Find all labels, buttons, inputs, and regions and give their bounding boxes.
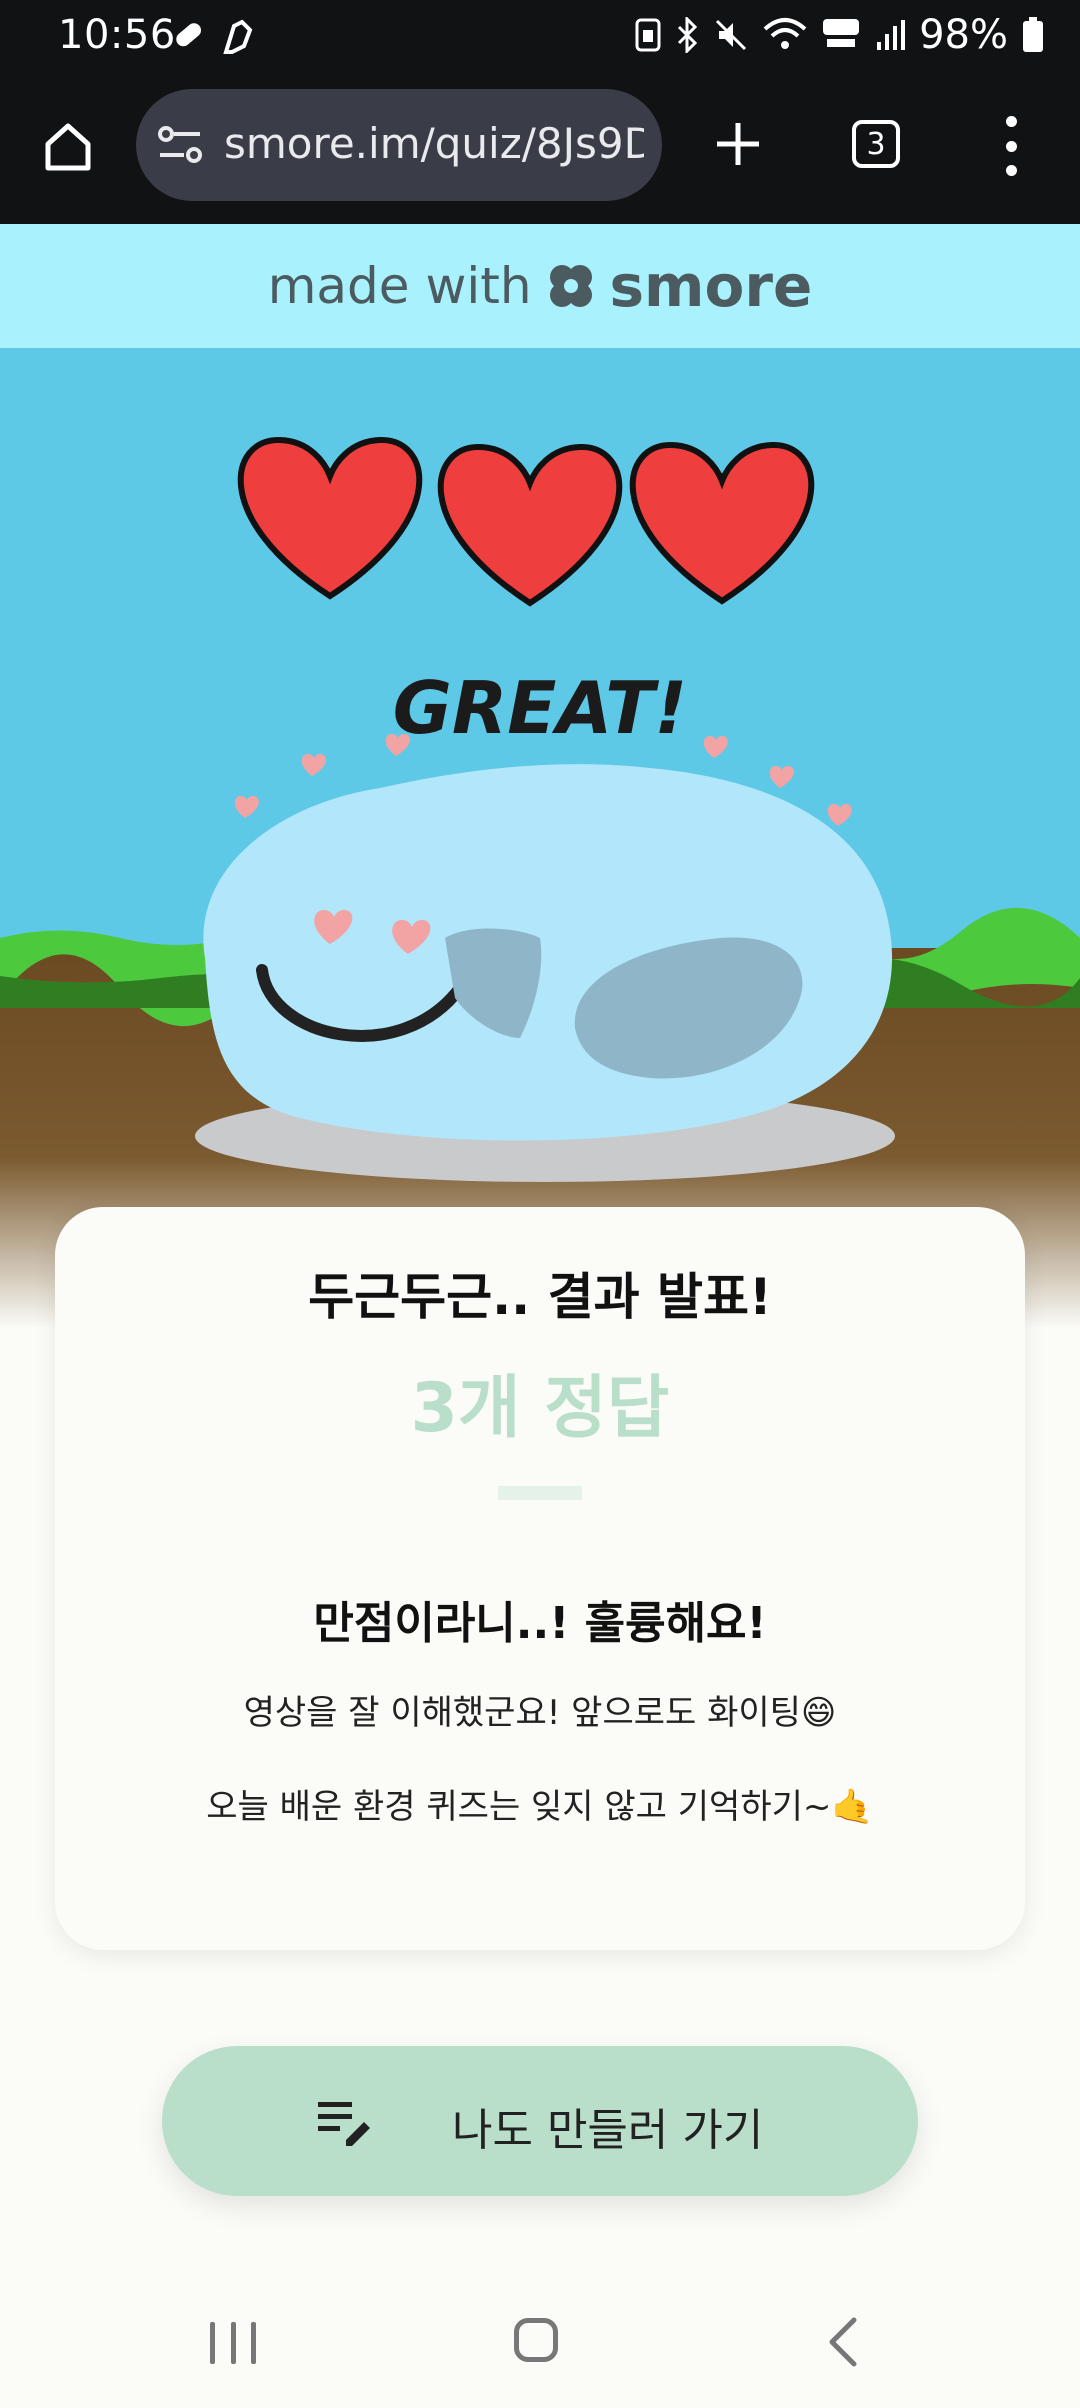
result-divider bbox=[498, 1486, 582, 1500]
screen: 10:56 98% smore.im/quiz/8Js9D 3 made wit… bbox=[0, 0, 1080, 2408]
bluetooth-icon bbox=[675, 17, 699, 53]
hd-voice-icon bbox=[821, 17, 861, 53]
site-settings-icon[interactable] bbox=[156, 123, 206, 167]
puppet-icon bbox=[223, 19, 253, 54]
result-description-line: 오늘 배운 환경 퀴즈는 잊지 않고 기억하기~🤙 bbox=[206, 1787, 874, 1827]
status-right-icons: 98% bbox=[635, 12, 1044, 58]
back-icon[interactable] bbox=[822, 2314, 862, 2370]
banner-brand: smore bbox=[609, 252, 813, 320]
battery-percent: 98% bbox=[919, 12, 1008, 58]
result-description-line: 영상을 잘 이해했군요! 앞으로도 화이팅😄 bbox=[243, 1693, 837, 1733]
tab-switcher-button[interactable]: 3 bbox=[852, 120, 900, 168]
make-my-own-button[interactable]: 나도 만들러 가기 bbox=[162, 2046, 918, 2196]
result-score: 3개 정답 bbox=[410, 1369, 670, 1448]
recents-bar bbox=[251, 2322, 256, 2364]
battery-icon bbox=[1022, 17, 1044, 53]
slime-blob bbox=[203, 764, 893, 1141]
smore-logo-icon bbox=[549, 265, 592, 307]
menu-dot bbox=[1005, 140, 1017, 152]
browser-home-button[interactable] bbox=[36, 114, 100, 178]
status-time: 10:56 bbox=[58, 12, 176, 58]
banner-prefix: made with bbox=[267, 257, 532, 315]
browser-menu-button[interactable] bbox=[996, 116, 1026, 176]
made-with-smore-banner[interactable]: made with smore bbox=[0, 224, 1080, 348]
plus-icon bbox=[717, 123, 759, 165]
menu-dot bbox=[1005, 165, 1017, 176]
url-text[interactable]: smore.im/quiz/8Js9D bbox=[224, 119, 644, 168]
pill-icon bbox=[176, 23, 202, 47]
result-illustration: GREAT! bbox=[0, 348, 1080, 1328]
recents-bar bbox=[210, 2322, 215, 2364]
signal-icon bbox=[875, 18, 906, 52]
system-nav-bar bbox=[0, 2270, 1080, 2408]
result-heading: 만점이라니..! 훌륭해요! bbox=[313, 1598, 767, 1649]
illustration-svg: GREAT! bbox=[0, 348, 1080, 1328]
edit-list-icon bbox=[318, 2102, 370, 2146]
nav-home-button[interactable] bbox=[514, 2318, 558, 2362]
make-my-own-label: 나도 만들러 가기 bbox=[452, 2105, 764, 2156]
mute-icon bbox=[713, 17, 749, 53]
sim-icon bbox=[635, 18, 661, 52]
browser-toolbar: smore.im/quiz/8Js9D 3 bbox=[0, 76, 1080, 224]
address-bar[interactable]: smore.im/quiz/8Js9D bbox=[136, 89, 662, 201]
recents-button[interactable] bbox=[210, 2322, 256, 2364]
wifi-icon bbox=[763, 17, 807, 53]
result-card: 두근두근.. 결과 발표! 3개 정답 만점이라니..! 훌륭해요! 영상을 잘… bbox=[55, 1207, 1025, 1950]
recents-bar bbox=[230, 2322, 236, 2364]
great-caption: GREAT! bbox=[393, 666, 688, 750]
new-tab-button[interactable] bbox=[706, 112, 770, 176]
result-title: 두근두근.. 결과 발표! bbox=[308, 1268, 772, 1326]
status-bar: 10:56 98% bbox=[0, 0, 1080, 76]
home-icon bbox=[45, 123, 91, 171]
menu-dot bbox=[1005, 116, 1017, 127]
status-left-icons bbox=[170, 16, 256, 56]
